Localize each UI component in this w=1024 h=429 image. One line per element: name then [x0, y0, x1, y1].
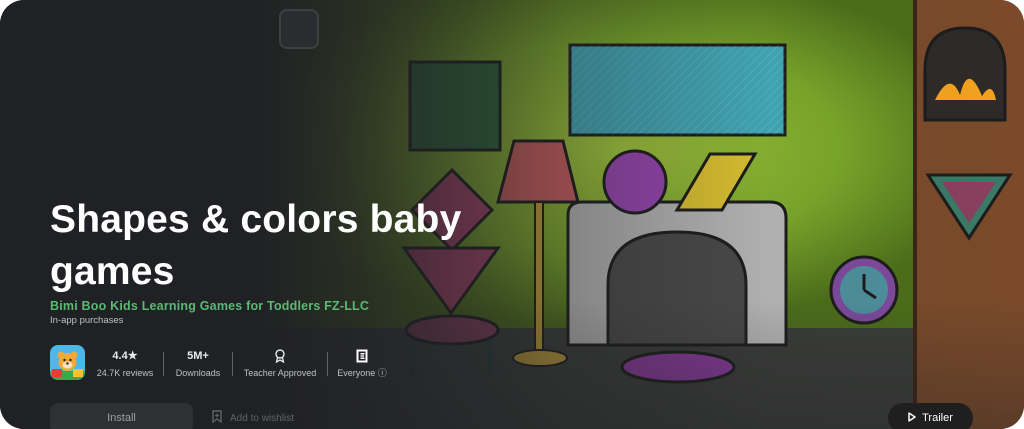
rating-stat: 4.4★ 24.7K reviews [96, 349, 154, 379]
app-title: Shapes & colors baby games [50, 198, 462, 293]
content-rating-stat[interactable]: Everyone ⓘ [334, 349, 390, 379]
stat-divider [232, 352, 233, 376]
install-button[interactable]: Install [50, 403, 193, 429]
app-icon [50, 345, 85, 380]
reviews-count: 24.7K reviews [96, 368, 154, 378]
rating-value: 4.4★ [112, 350, 138, 362]
developer-link[interactable]: Bimi Boo Kids Learning Games for Toddler… [50, 299, 369, 313]
bookmark-icon [212, 410, 222, 426]
wishlist-label: Add to wishlist [230, 412, 294, 424]
stat-divider [163, 352, 164, 376]
faded-logo [279, 9, 319, 49]
play-icon [908, 411, 916, 425]
app-hero-card: Shapes & colors baby games Bimi Boo Kids… [0, 0, 1024, 429]
stat-divider [327, 352, 328, 376]
trailer-button[interactable]: Trailer [888, 403, 973, 429]
trailer-label: Trailer [922, 412, 953, 424]
downloads-value: 5M+ [187, 350, 209, 362]
teacher-approved-stat[interactable]: Teacher Approved [240, 349, 320, 379]
downloads-stat: 5M+ Downloads [172, 349, 224, 379]
wishlist-button[interactable]: Add to wishlist [212, 410, 294, 426]
ribbon-icon [240, 349, 320, 364]
content-rating-text: Everyone [337, 368, 376, 378]
in-app-purchases-label: In-app purchases [50, 315, 124, 326]
teacher-approved-label: Teacher Approved [243, 368, 317, 378]
downloads-label: Downloads [175, 368, 221, 378]
esrb-icon [334, 349, 390, 363]
info-icon[interactable]: ⓘ [378, 368, 387, 378]
content-rating-label: Everyone ⓘ [334, 367, 390, 379]
